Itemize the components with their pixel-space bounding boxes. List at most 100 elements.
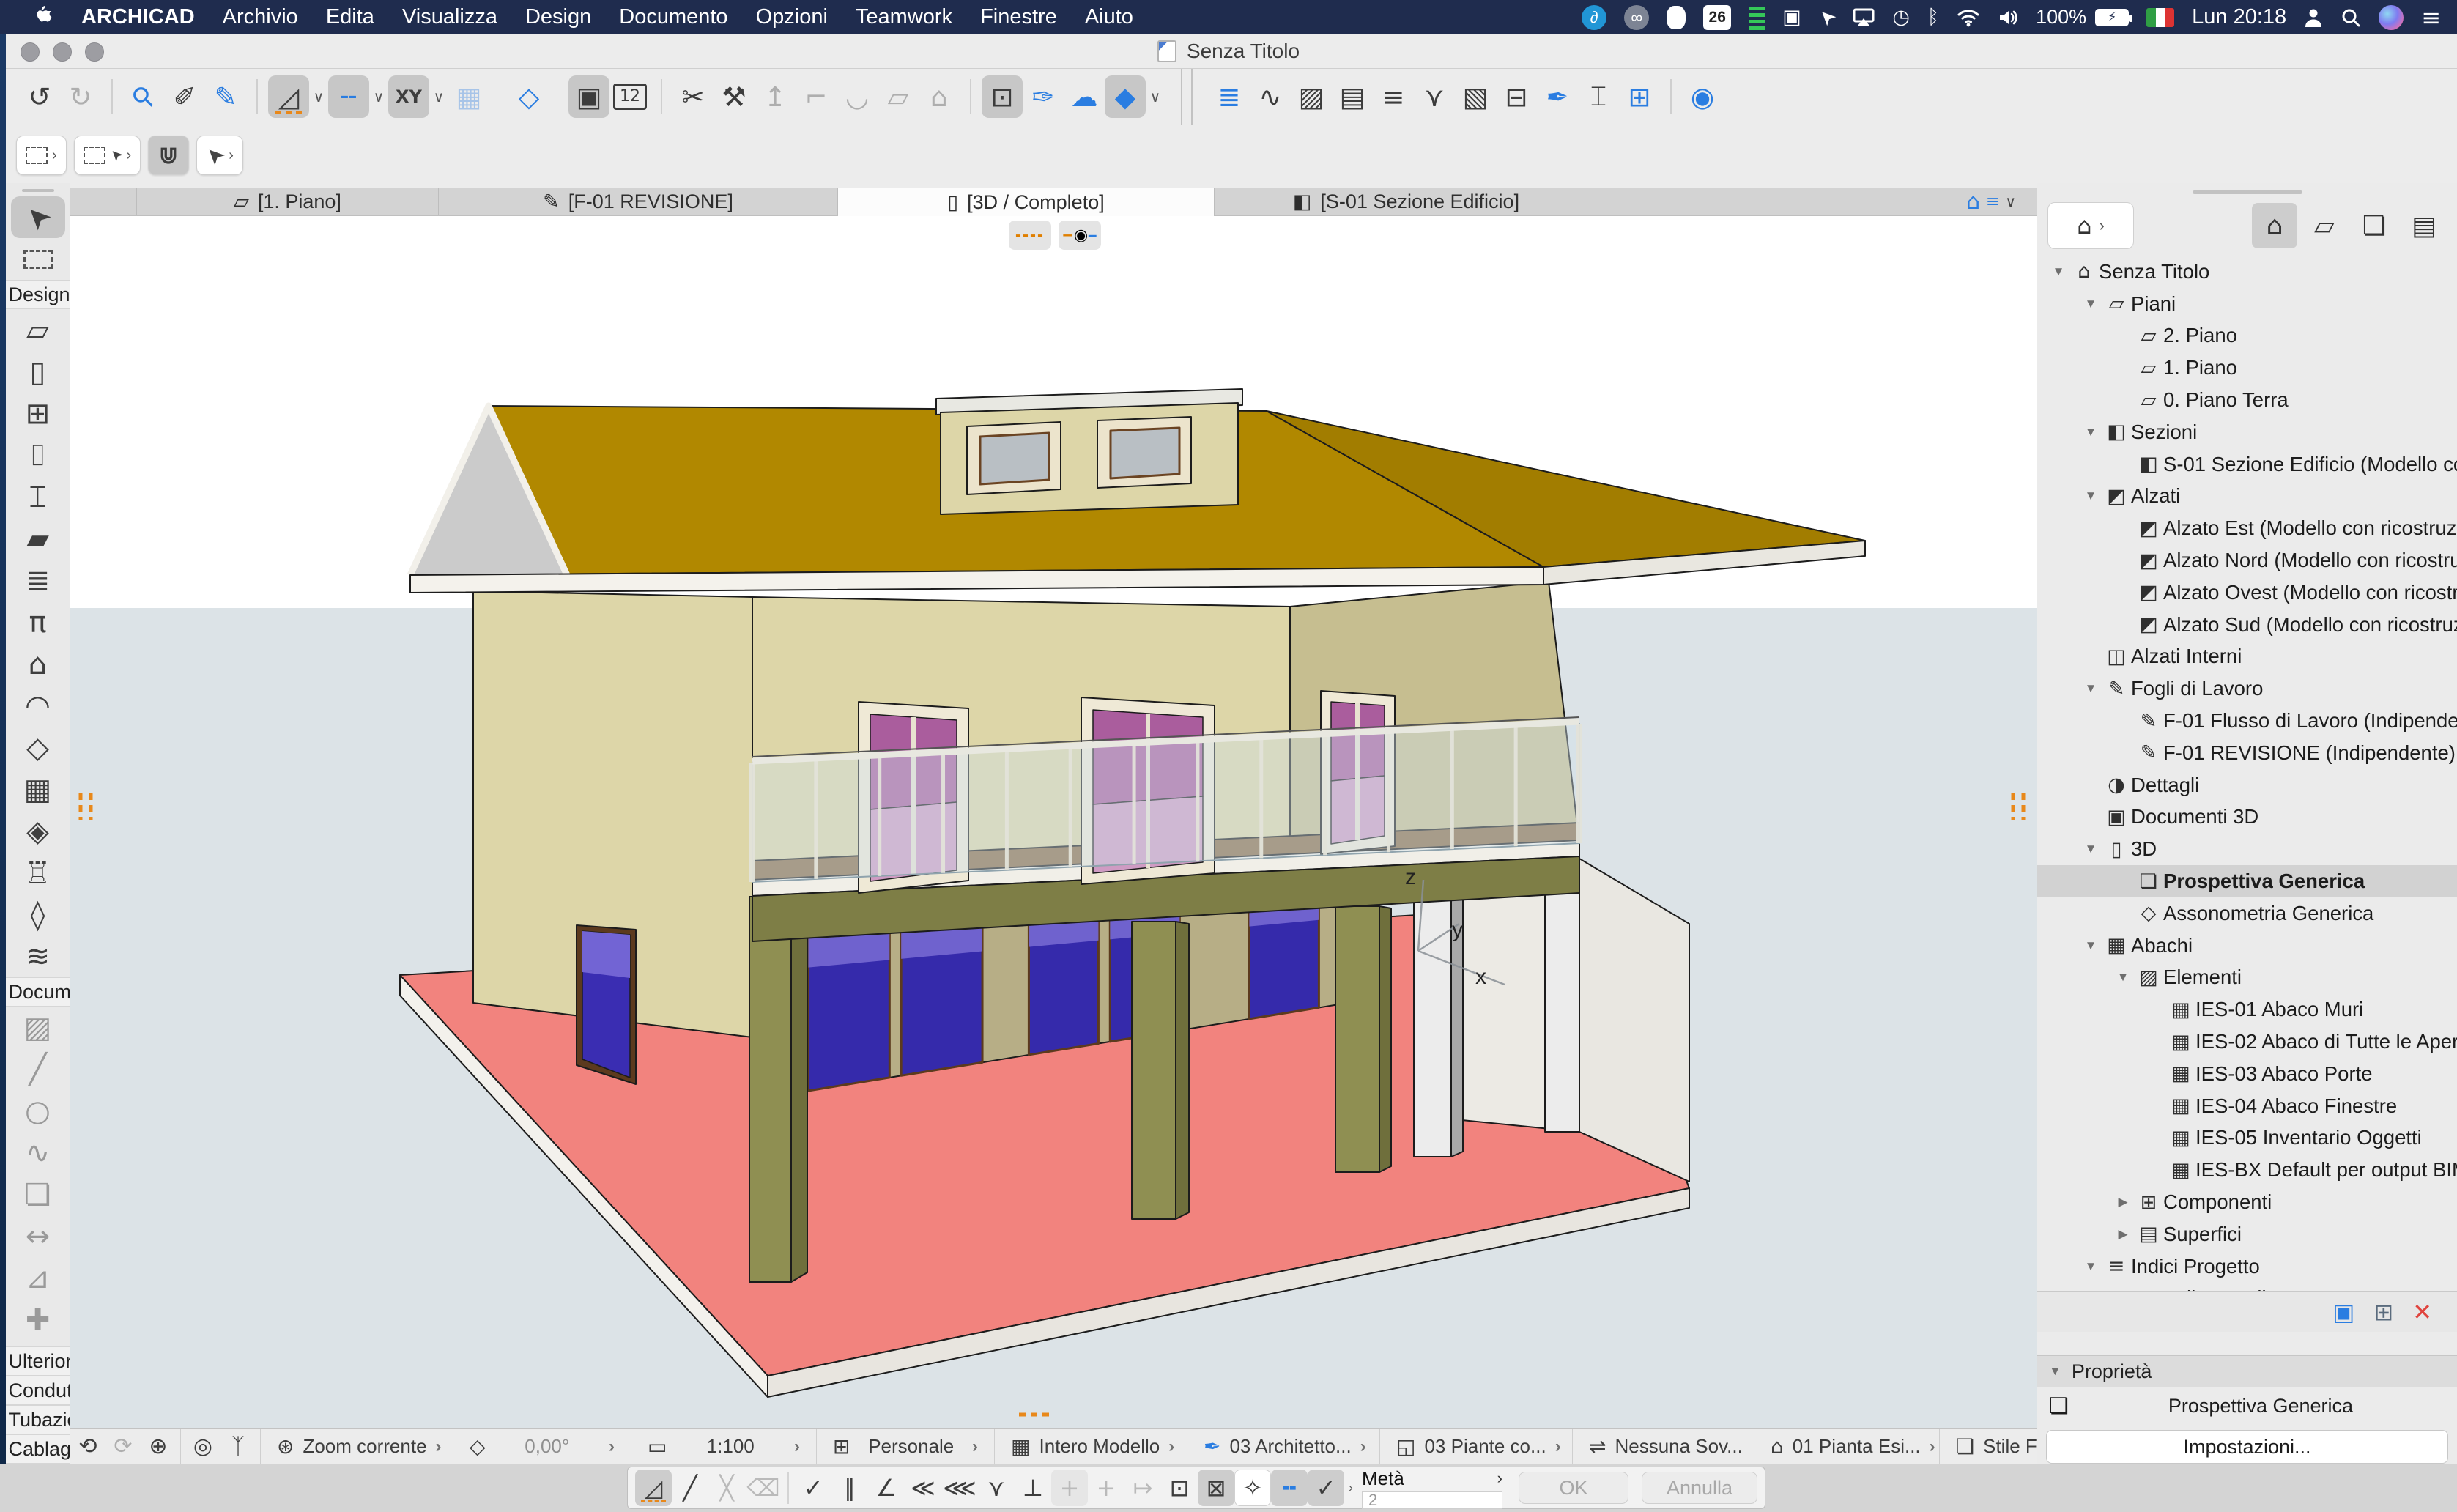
- project-chooser-button[interactable]: ⌂›: [2048, 202, 2134, 249]
- layout-book-button[interactable]: ❏: [2352, 203, 2397, 248]
- tool-skylight-button[interactable]: ◇: [11, 727, 65, 768]
- disclosure-open-icon[interactable]: ▼: [2080, 938, 2102, 953]
- toolbar-trim-button[interactable]: ⚒: [714, 75, 755, 118]
- menu-visualizza[interactable]: Visualizza: [388, 5, 511, 29]
- menu-finestre[interactable]: Finestre: [966, 5, 1071, 29]
- disclosure-open-icon[interactable]: ▼: [2080, 425, 2102, 440]
- toolbar-guide-lines-button[interactable]: ◿: [268, 75, 309, 118]
- tab-3d-completo[interactable]: ▯[3D / Completo]: [838, 188, 1215, 217]
- toolbar-intersect-button[interactable]: ⌐: [796, 75, 837, 118]
- menu-aiuto[interactable]: Aiuto: [1071, 5, 1147, 29]
- tree-item-indici-progetto[interactable]: ▼≡Indici Progetto: [2037, 1250, 2457, 1283]
- disclosure-open-icon[interactable]: ▼: [2080, 489, 2102, 503]
- transform-marquee-button[interactable]: ›: [16, 136, 67, 175]
- tool-fill-button[interactable]: ▨: [11, 1007, 65, 1048]
- snap-bbox-select-button[interactable]: ⊠: [1198, 1470, 1234, 1506]
- disclosure-open-icon[interactable]: ▼: [2080, 1259, 2102, 1274]
- toolbar-profiles-button[interactable]: ∿: [1250, 75, 1291, 118]
- tool-beam-button[interactable]: ⌶: [11, 476, 65, 518]
- toolbox-section-tubazio[interactable]: Tubazio: [6, 1405, 70, 1434]
- guide-lines-chevron-button[interactable]: ∨: [309, 75, 328, 118]
- toolbar-split-button[interactable]: ✂: [672, 75, 714, 118]
- toolbar-editing-plane-button[interactable]: ◇: [508, 75, 549, 118]
- snap-special-snap-button[interactable]: ⋎: [978, 1470, 1015, 1506]
- tree-item-alzato-est-modello-con-ricostruzione-aut[interactable]: ◩Alzato Est (Modello con ricostruzione a…: [2037, 512, 2457, 544]
- tree-item-abachi[interactable]: ▼▦Abachi: [2037, 930, 2457, 962]
- snap-bbox-button[interactable]: ⊡: [1161, 1470, 1198, 1506]
- snap-guides-chevron-button[interactable]: ∨: [369, 75, 388, 118]
- menu-documento[interactable]: Documento: [605, 5, 741, 29]
- tree-item-alzato-sud-modello-con-ricostruzione-aut[interactable]: ◩Alzato Sud (Modello con ricostruzione a…: [2037, 609, 2457, 641]
- magnet-toggle-button[interactable]: [148, 136, 189, 175]
- tree-item-s-01-sezione-edificio-modello-con-ricost[interactable]: ◧S-01 Sezione Edificio (Modello con rico…: [2037, 448, 2457, 481]
- toolbar-find-select-button[interactable]: ⚲: [123, 75, 164, 118]
- snap-snap-check-button[interactable]: ✓: [1308, 1470, 1344, 1506]
- tree-item-alzato-ovest-modello-con-ricostruzione-a[interactable]: ◩Alzato Ovest (Modello con ricostruzione…: [2037, 577, 2457, 609]
- toolbox-section-design[interactable]: Design: [6, 280, 70, 309]
- toolbar-fillet-button[interactable]: ◡: [837, 75, 878, 118]
- disclosure-open-icon[interactable]: ▼: [2112, 970, 2134, 985]
- toolbar-schedules-button[interactable]: ⊟: [1496, 75, 1537, 118]
- toolbar-fills-button[interactable]: ▨: [1291, 75, 1332, 118]
- bluetooth-icon[interactable]: ᛒ: [1927, 6, 1939, 29]
- tree-item-documenti-3d[interactable]: ▣Documenti 3D: [2037, 801, 2457, 834]
- disclosure-closed-icon[interactable]: ▶: [2112, 1195, 2134, 1209]
- snap-magic-wand-button[interactable]: ✧: [1234, 1470, 1271, 1506]
- properties-header[interactable]: ▼Proprietà: [2037, 1355, 2457, 1387]
- airplay-icon[interactable]: [1853, 8, 1875, 27]
- istat-bars-icon[interactable]: [1749, 5, 1765, 30]
- toolbar-elevate-button[interactable]: ⌂: [919, 75, 960, 118]
- toolbar-surfaces-button[interactable]: ▧: [1455, 75, 1496, 118]
- tool-marquee-button[interactable]: [11, 238, 65, 280]
- toolbar-model-check-button[interactable]: ☁: [1064, 75, 1105, 118]
- snap-guide-remove-button[interactable]: ╳: [708, 1470, 745, 1506]
- menu-clock[interactable]: Lun 20:18: [2192, 5, 2286, 29]
- tool-slab-button[interactable]: ▰: [11, 518, 65, 560]
- tool-circle-button[interactable]: ○: [11, 1090, 65, 1132]
- snap-multi-offset-button[interactable]: ⋘: [941, 1470, 978, 1506]
- disclosure-open-icon[interactable]: ▼: [2080, 297, 2102, 311]
- toolbar-transform-box-button[interactable]: ⊡: [982, 75, 1023, 118]
- tree-item-piani[interactable]: ▼▱Piani: [2037, 288, 2457, 320]
- statusbar-walk-button[interactable]: ᛉ: [220, 1429, 256, 1464]
- tree-item-0-piano-terra[interactable]: ▱0. Piano Terra: [2037, 384, 2457, 416]
- tool-hotspot-button[interactable]: ✚: [11, 1299, 65, 1341]
- 3d-model-view[interactable]: z y x ---- –◉–: [70, 216, 2037, 1428]
- minimize-window-icon[interactable]: [53, 42, 72, 62]
- statusbar-back-button[interactable]: ⟲: [70, 1429, 105, 1464]
- snap-snap-plus-button[interactable]: +: [1088, 1470, 1124, 1506]
- toolbar-annotate-button[interactable]: ✑: [1023, 75, 1064, 118]
- snap-parallel-button[interactable]: ∥: [831, 1470, 868, 1506]
- disclosure-open-icon[interactable]: ▼: [2048, 264, 2069, 279]
- statusbar-zoom-in-button[interactable]: ⊕: [141, 1429, 176, 1464]
- statusbar-model-view-segment[interactable]: ◱03 Piante co...›: [1385, 1429, 1568, 1464]
- toolbar-redo-button[interactable]: ↻: [60, 75, 101, 118]
- snap-snap-project-button[interactable]: ↦: [1124, 1470, 1161, 1506]
- tree-item-ies-02-abaco-di-tutte-le-aperture[interactable]: ▦IES-02 Abaco di Tutte le Aperture: [2037, 1026, 2457, 1058]
- statusbar-layers-segment[interactable]: ⊞Personale›: [821, 1429, 990, 1464]
- toolbox-section-cablagg[interactable]: Cablagg: [6, 1434, 70, 1464]
- navigator-drag-handle[interactable]: [2193, 190, 2302, 194]
- menu-archicad[interactable]: ARCHICAD: [67, 5, 209, 29]
- menu-edita[interactable]: Edita: [312, 5, 388, 29]
- tree-item-dettagli[interactable]: ◑Dettagli: [2037, 769, 2457, 801]
- toolbox-drag-handle[interactable]: [22, 189, 54, 192]
- toolbar-inject-parameters-button[interactable]: ✎: [205, 75, 246, 118]
- toolbar-favorites-button[interactable]: ≣: [1209, 75, 1250, 118]
- snap-guide-segment-button[interactable]: ╱: [672, 1470, 708, 1506]
- tree-item-ies-05-inventario-oggetti[interactable]: ▦IES-05 Inventario Oggetti: [2037, 1122, 2457, 1155]
- tool-wall-button[interactable]: ▱: [11, 309, 65, 351]
- snap-guide-blue-button[interactable]: ╍: [1271, 1470, 1308, 1506]
- tool-level-dimension-button[interactable]: ⊿: [11, 1257, 65, 1299]
- time-machine-icon[interactable]: ◷: [1892, 6, 1910, 29]
- tool-door-button[interactable]: ▯: [11, 351, 65, 393]
- tool-shell-button[interactable]: ◠: [11, 685, 65, 727]
- snap-point-control[interactable]: Metà› 2: [1359, 1470, 1505, 1506]
- tree-item-1-piano[interactable]: ▱1. Piano: [2037, 352, 2457, 384]
- toolbar-tables-button[interactable]: ⊞: [1619, 75, 1660, 118]
- publisher-button[interactable]: ▤: [2401, 203, 2447, 248]
- marquee-select-button[interactable]: ➤›: [74, 136, 141, 175]
- notification-center-icon[interactable]: ≡: [2421, 4, 2441, 32]
- view-map-button[interactable]: ▱: [2302, 203, 2347, 248]
- tool-column-button[interactable]: ⌷: [11, 434, 65, 476]
